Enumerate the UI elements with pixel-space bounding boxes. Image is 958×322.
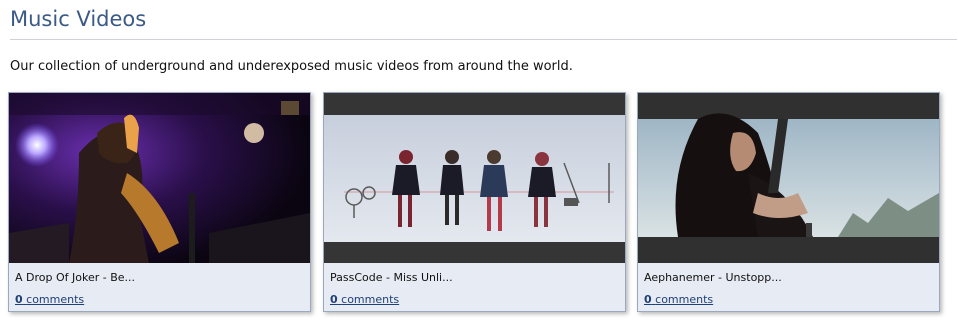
video-card: PassCode - Miss Unli... 0 comments [323, 92, 626, 312]
video-title[interactable]: PassCode - Miss Unli... [330, 271, 453, 284]
video-card: A Drop Of Joker - Be... 0 comments [8, 92, 311, 312]
comment-count: 0 [644, 293, 652, 306]
comments-link[interactable]: 0 comments [330, 293, 399, 306]
video-title[interactable]: Aephanemer - Unstopp... [644, 271, 782, 284]
video-thumbnail[interactable] [9, 93, 310, 263]
video-card: Aephanemer - Unstopp... 0 comments [637, 92, 940, 312]
comments-link[interactable]: 0 comments [15, 293, 84, 306]
comment-count: 0 [330, 293, 338, 306]
comment-label: comments [26, 293, 85, 306]
title-divider [10, 39, 957, 40]
comments-link[interactable]: 0 comments [644, 293, 713, 306]
comment-label: comments [341, 293, 400, 306]
video-thumbnail[interactable] [638, 93, 939, 263]
page-intro: Our collection of underground and undere… [10, 59, 573, 74]
comment-label: comments [655, 293, 714, 306]
video-title[interactable]: A Drop Of Joker - Be... [15, 271, 135, 284]
page-title: Music Videos [10, 7, 147, 31]
comment-count: 0 [15, 293, 23, 306]
music-videos-page: Music Videos Our collection of undergrou… [0, 0, 958, 322]
video-thumbnail[interactable] [324, 93, 625, 263]
